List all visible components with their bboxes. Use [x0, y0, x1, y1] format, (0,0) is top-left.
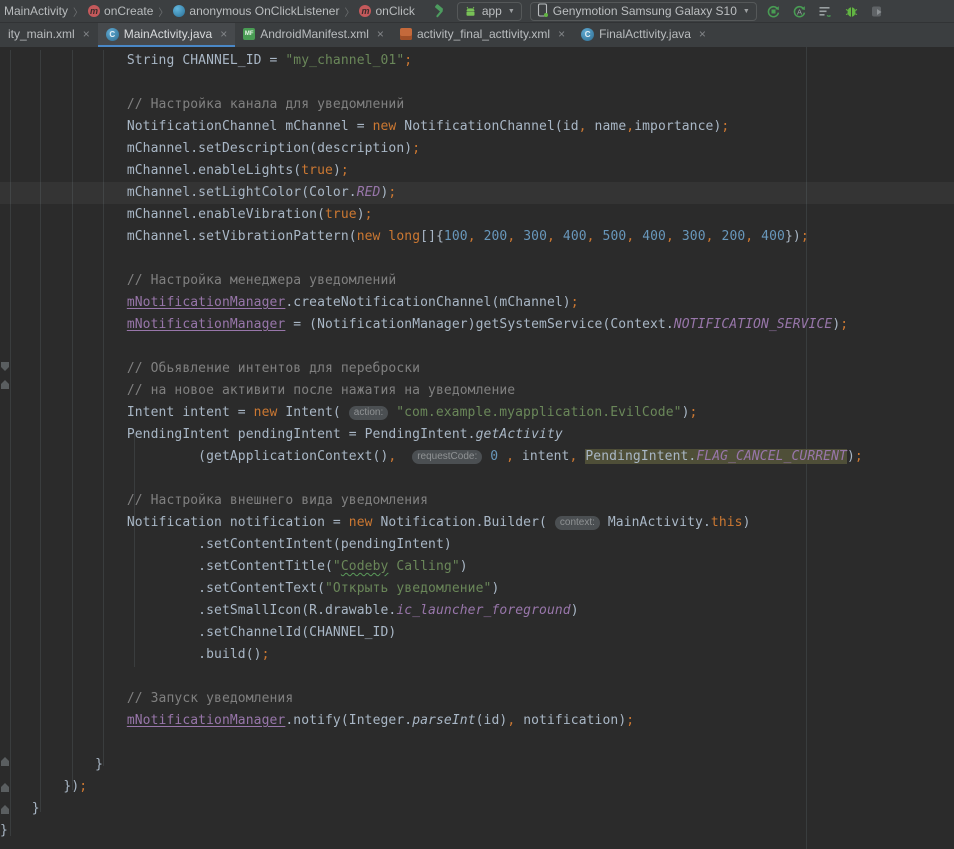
editor[interactable]: String CHANNEL_ID = "my_channel_01"; // … — [0, 47, 954, 849]
breadcrumb-item[interactable]: m onClick — [359, 4, 414, 18]
code-line — [0, 336, 954, 358]
editor-tab[interactable]: activity_final_acttivity.xml × — [392, 23, 573, 48]
code-line: mNotificationManager = (NotificationMana… — [0, 314, 954, 336]
code-line — [0, 666, 954, 688]
code-line — [0, 468, 954, 490]
breadcrumb: MainActivity 〉 m onCreate 〉 anonymous OnClick… — [4, 4, 415, 19]
phone-icon — [537, 3, 548, 20]
code-line: } — [0, 798, 954, 820]
code-line: mChannel.enableLights(true); — [0, 160, 954, 182]
breadcrumb-item[interactable]: anonymous OnClickListener — [173, 4, 339, 18]
close-tab-icon[interactable]: × — [220, 27, 227, 41]
code-line: .setContentTitle("Codeby Calling") — [0, 556, 954, 578]
device-label: Genymotion Samsung Galaxy S10 — [553, 4, 737, 18]
breadcrumb-label: onClick — [375, 4, 414, 18]
android-studio-window: MainActivity 〉 m onCreate 〉 anonymous OnClick… — [0, 0, 954, 849]
debug-icon[interactable] — [843, 2, 861, 20]
code-line: // Настройка канала для уведомлений — [0, 94, 954, 116]
svg-text:A: A — [797, 7, 802, 16]
tab-bar: ity_main.xml × C MainActivity.java × MF Androi… — [0, 23, 954, 49]
code-line: .setContentIntent(pendingIntent) — [0, 534, 954, 556]
run-config-selector[interactable]: app ▼ — [457, 2, 522, 21]
code-line — [0, 732, 954, 754]
close-tab-icon[interactable]: × — [558, 27, 565, 41]
code-line: }); — [0, 776, 954, 798]
code-line: mChannel.setVibrationPattern(new long[]{… — [0, 226, 954, 248]
code-line: mNotificationManager.notify(Integer.pars… — [0, 710, 954, 732]
breadcrumb-label: onCreate — [104, 4, 153, 18]
chevron-down-icon: ▼ — [508, 8, 515, 15]
close-tab-icon[interactable]: × — [699, 27, 706, 41]
code-line: mChannel.setLightColor(Color.RED); — [0, 182, 954, 204]
code-line: // на новое активити после нажатия на ув… — [0, 380, 954, 402]
anonymous-class-icon — [173, 5, 185, 17]
code-line: mChannel.setDescription(description); — [0, 138, 954, 160]
breadcrumb-separator: 〉 — [72, 4, 84, 19]
manifest-file-icon: MF — [243, 28, 255, 40]
editor-tab[interactable]: C MainActivity.java × — [98, 23, 236, 48]
code-line: .build(); — [0, 644, 954, 666]
rerun-icon[interactable] — [765, 2, 783, 20]
device-selector[interactable]: Genymotion Samsung Galaxy S10 ▼ — [530, 2, 757, 21]
code-line: .setSmallIcon(R.drawable.ic_launcher_for… — [0, 600, 954, 622]
code-line: Notification notification = new Notifica… — [0, 512, 954, 534]
android-icon — [464, 5, 477, 18]
profile-icon[interactable] — [869, 2, 887, 20]
code-line: (getApplicationContext(), requestCode: 0… — [0, 446, 954, 468]
tab-label: FinalActtivity.java — [599, 27, 691, 41]
breadcrumb-label: anonymous OnClickListener — [189, 4, 339, 18]
tab-label: activity_final_acttivity.xml — [417, 27, 550, 41]
code-line — [0, 248, 954, 270]
code-line: mChannel.enableVibration(true); — [0, 204, 954, 226]
editor-tab[interactable]: MF AndroidManifest.xml × — [235, 23, 392, 48]
breadcrumb-separator: 〉 — [157, 4, 169, 19]
breadcrumb-separator: 〉 — [343, 4, 355, 19]
chevron-down-icon: ▼ — [743, 8, 750, 15]
code-line: NotificationChannel mChannel = new Notif… — [0, 116, 954, 138]
main-toolbar: MainActivity 〉 m onCreate 〉 anonymous OnClick… — [0, 0, 954, 23]
breadcrumb-item[interactable]: MainActivity — [4, 4, 68, 18]
code-line: .setChannelId(CHANNEL_ID) — [0, 622, 954, 644]
code-line: } — [0, 820, 954, 842]
code-area[interactable]: String CHANNEL_ID = "my_channel_01"; // … — [0, 47, 954, 842]
toolbar-actions: app ▼ Genymotion Samsung Galaxy S10 ▼ — [431, 2, 887, 21]
code-line: PendingIntent pendingIntent = PendingInt… — [0, 424, 954, 446]
code-line: // Настройка менеджера уведомлений — [0, 270, 954, 292]
method-icon: m — [88, 5, 100, 17]
method-icon: m — [359, 5, 371, 17]
code-line: // Обьявление интентов для переброски — [0, 358, 954, 380]
code-line: // Настройка внешнего вида уведомления — [0, 490, 954, 512]
editor-tab[interactable]: ity_main.xml × — [0, 23, 98, 48]
tab-label: ity_main.xml — [8, 27, 75, 41]
breadcrumb-label: MainActivity — [4, 4, 68, 18]
code-line: Intent intent = new Intent( action: "com… — [0, 402, 954, 424]
close-tab-icon[interactable]: × — [377, 27, 384, 41]
java-class-icon: C — [106, 28, 119, 41]
apply-changes-icon[interactable]: A — [791, 2, 809, 20]
java-class-icon: C — [581, 28, 594, 41]
code-line: } — [0, 754, 954, 776]
code-line: mNotificationManager.createNotificationC… — [0, 292, 954, 314]
build-hammer-icon[interactable] — [431, 2, 449, 20]
code-line: .setContentText("Открыть уведомление") — [0, 578, 954, 600]
tab-label: MainActivity.java — [124, 27, 212, 41]
breadcrumb-item[interactable]: m onCreate — [88, 4, 153, 18]
run-config-label: app — [482, 4, 502, 18]
code-line: // Запуск уведомления — [0, 688, 954, 710]
code-line: String CHANNEL_ID = "my_channel_01"; — [0, 50, 954, 72]
code-line — [0, 72, 954, 94]
apply-code-changes-icon[interactable] — [817, 2, 835, 20]
tab-label: AndroidManifest.xml — [260, 27, 369, 41]
editor-tab[interactable]: C FinalActtivity.java × — [573, 23, 714, 48]
layout-file-icon — [400, 28, 412, 40]
close-tab-icon[interactable]: × — [83, 27, 90, 41]
